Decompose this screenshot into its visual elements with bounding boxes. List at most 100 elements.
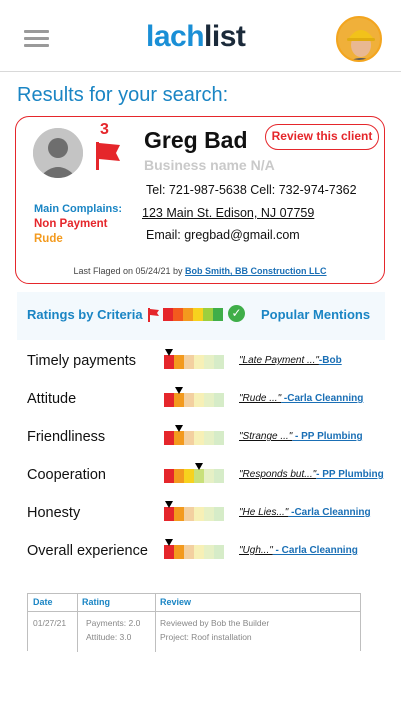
rating-marker-icon (195, 463, 203, 470)
meter-segment (194, 545, 204, 559)
rating-criteria-label: Honesty (27, 505, 81, 521)
rating-criteria-label: Friendliness (27, 429, 106, 445)
rating-marker-icon (165, 349, 173, 356)
meter-segment (184, 393, 194, 407)
meter-segment (204, 393, 214, 407)
table-divider (155, 594, 156, 652)
last-flagged-by-link[interactable]: Bob Smith, BB Construction LLC (185, 266, 327, 276)
meter-segment (204, 355, 214, 369)
popular-mention[interactable]: "He Lies..." -Carla Cleanning (239, 507, 371, 518)
mention-author-link[interactable]: -Carla Cleanning (281, 393, 363, 404)
user-avatar[interactable] (336, 16, 382, 62)
mention-author-link[interactable]: - PP Plumbing (292, 431, 363, 442)
review-project: Project: Roof installation (160, 632, 252, 642)
hamburger-menu-icon[interactable] (24, 30, 49, 48)
mention-author-link[interactable]: -Bob (319, 355, 342, 366)
meter-segment (204, 469, 214, 483)
rating-row: Cooperation "Responds but..."- PP Plumbin… (0, 461, 401, 491)
meter-segment (164, 431, 174, 445)
review-rating-payments: Payments: 2.0 (86, 618, 141, 628)
logo-part-2: list (204, 20, 246, 53)
red-flag-icon (147, 308, 160, 327)
mention-quote: "Late Payment ..." (239, 355, 319, 366)
legend-segment (213, 308, 223, 321)
rating-row: Timely payments "Late Payment ..."-Bob (0, 347, 401, 377)
meter-segment (204, 431, 214, 445)
app-logo[interactable]: lachlist (146, 20, 246, 54)
popular-mention[interactable]: "Strange ..." - PP Plumbing (239, 431, 363, 442)
rating-meter (164, 539, 224, 559)
meter-segment (174, 507, 184, 521)
business-name: Business name N/A (144, 157, 275, 173)
mention-author-link[interactable]: - Carla Cleanning (273, 545, 358, 556)
popular-mention[interactable]: "Ugh..." - Carla Cleanning (239, 545, 358, 556)
meter-segment (174, 355, 184, 369)
rating-marker-icon (165, 501, 173, 508)
meter-segment (214, 431, 224, 445)
meter-segment (174, 469, 184, 483)
meter-segment (184, 431, 194, 445)
client-name: Greg Bad (144, 127, 248, 153)
ratings-by-criteria-label: Ratings by Criteria (27, 307, 143, 322)
flag-count: 3 (100, 121, 109, 138)
meter-segment (164, 507, 174, 521)
popular-mentions-label: Popular Mentions (261, 307, 371, 322)
table-header-date: Date (33, 597, 53, 607)
review-date: 01/27/21 (33, 618, 67, 628)
complaint-item: Rude (34, 233, 63, 245)
meter-segment (184, 545, 194, 559)
rating-row: Friendliness "Strange ..." - PP Plumbing (0, 423, 401, 453)
review-rating-attitude: Attitude: 3.0 (86, 632, 132, 642)
rating-row: Attitude "Rude ..." -Carla Cleanning (0, 385, 401, 415)
client-address[interactable]: 123 Main St. Edison, NJ 07759 (142, 206, 314, 220)
table-header-rating: Rating (82, 597, 110, 607)
meter-segment (194, 469, 204, 483)
table-header-review: Review (160, 597, 192, 607)
meter-segment (164, 545, 174, 559)
rating-criteria-label: Attitude (27, 391, 77, 407)
meter-segment (194, 355, 204, 369)
meter-segment (194, 431, 204, 445)
meter-segment (214, 469, 224, 483)
legend-segment (193, 308, 203, 321)
mention-quote: "Responds but..." (239, 469, 317, 480)
check-circle-icon: ✓ (228, 305, 245, 322)
meter-segment (164, 355, 174, 369)
last-flagged-text: Last Flaged on 05/24/21 by (73, 266, 183, 276)
rating-criteria-label: Overall experience (27, 543, 148, 559)
review-author: Reviewed by Bob the Builder (160, 618, 270, 628)
rating-meter (164, 349, 224, 369)
client-phones: Tel: 721-987-5638 Cell: 732-974-7362 (146, 183, 357, 197)
rating-row: Honesty "He Lies..." -Carla Cleanning (0, 499, 401, 529)
rating-meter (164, 463, 224, 483)
client-email: Email: gregbad@gmail.com (146, 228, 300, 242)
meter-segment (174, 431, 184, 445)
meter-segment (214, 393, 224, 407)
mention-author-link[interactable]: - PP Plumbing (316, 469, 384, 480)
popular-mention[interactable]: "Responds but..."- PP Plumbing (239, 469, 384, 480)
meter-segment (184, 355, 194, 369)
meter-segment (204, 507, 214, 521)
meter-segment (174, 545, 184, 559)
meter-segment (184, 507, 194, 521)
rating-marker-icon (165, 539, 173, 546)
main-complaints-label: Main Complains: (34, 203, 123, 215)
popular-mention[interactable]: "Late Payment ..."-Bob (239, 355, 342, 366)
mention-author-link[interactable]: -Carla Cleanning (288, 507, 370, 518)
rating-marker-icon (175, 425, 183, 432)
rating-meter (164, 387, 224, 407)
meter-segment (164, 469, 174, 483)
rating-meter (164, 501, 224, 521)
complaint-item: Non Payment (34, 218, 108, 230)
rating-marker-icon (175, 387, 183, 394)
red-flag-icon (94, 141, 122, 176)
meter-segment (194, 393, 204, 407)
app-header: lachlist (0, 0, 401, 72)
mention-quote: "Rude ..." (239, 393, 282, 404)
review-client-button[interactable]: Review this client (265, 124, 379, 150)
last-flagged-info: Last Flaged on 05/24/21 by Bob Smith, BB… (16, 266, 384, 276)
legend-segment (163, 308, 173, 321)
page-title: Results for your search: (17, 84, 229, 106)
legend-segment (203, 308, 213, 321)
popular-mention[interactable]: "Rude ..." -Carla Cleanning (239, 393, 363, 404)
